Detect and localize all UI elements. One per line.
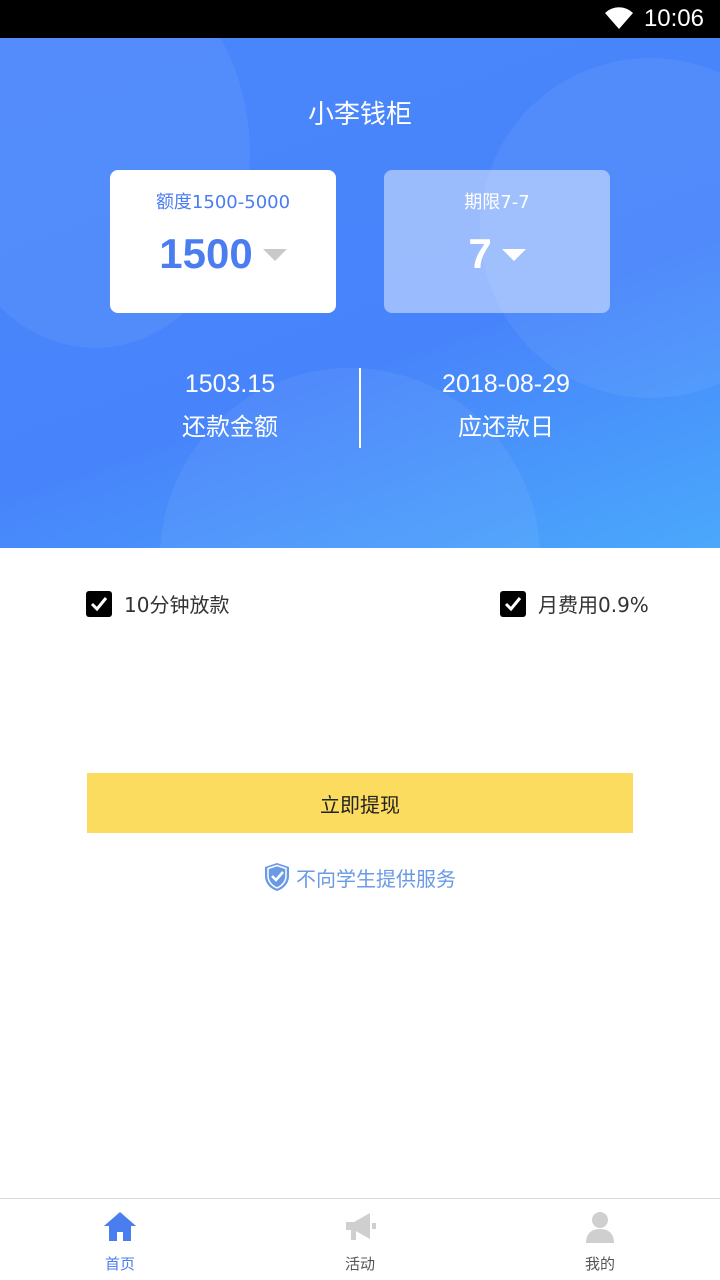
option-label: 10分钟放款	[124, 593, 230, 617]
stat-divider	[359, 368, 361, 448]
option-monthly-fee[interactable]: 月费用0.9%	[500, 589, 649, 618]
term-value: 7	[468, 230, 492, 277]
withdraw-button[interactable]: 立即提现	[87, 773, 633, 833]
status-bar: 10:06	[0, 0, 720, 38]
bottom-tab-bar: 首页 活动 我的	[0, 1198, 720, 1280]
term-selector[interactable]: 期限7-7 7	[384, 170, 610, 313]
student-notice: 不向学生提供服务	[0, 862, 720, 892]
megaphone-icon	[346, 1213, 376, 1240]
repay-amount-stat: 1503.15 还款金额	[100, 370, 360, 442]
checkbox-checked[interactable]	[500, 590, 526, 617]
tab-label: 首页	[104, 1255, 135, 1273]
due-date-value: 2018-08-29	[442, 370, 570, 398]
due-date-label: 应还款日	[458, 413, 554, 441]
tab-label: 我的	[584, 1255, 615, 1273]
amount-value: 1500	[159, 230, 253, 277]
shield-check-icon	[265, 863, 289, 891]
option-fast-loan[interactable]: 10分钟放款	[86, 589, 229, 618]
tab-activity[interactable]: 活动	[240, 1199, 480, 1280]
amount-range-label: 额度1500-5000	[155, 192, 291, 213]
repay-amount-label: 还款金额	[182, 413, 278, 441]
due-date-stat: 2018-08-29 应还款日	[376, 370, 636, 442]
dropdown-arrow-icon	[501, 249, 526, 261]
amount-selector[interactable]: 额度1500-5000 1500	[110, 170, 336, 313]
option-label: 月费用0.9%	[538, 593, 649, 617]
wifi-icon	[604, 7, 633, 29]
tab-home[interactable]: 首页	[0, 1199, 240, 1280]
page-title: 小李钱柜	[307, 100, 412, 130]
checkbox-checked[interactable]	[86, 590, 112, 617]
check-icon	[504, 596, 522, 611]
user-icon	[586, 1212, 614, 1243]
status-time: 10:06	[643, 5, 704, 32]
check-icon	[90, 596, 108, 611]
repay-amount-value: 1503.15	[184, 370, 276, 398]
home-icon	[104, 1212, 136, 1241]
term-range-label: 期限7-7	[464, 192, 530, 213]
tab-label: 活动	[344, 1255, 375, 1273]
tab-mine[interactable]: 我的	[480, 1199, 720, 1280]
dropdown-arrow-icon	[262, 249, 287, 261]
hero-panel: 小李钱柜 额度1500-5000 1500 期限7-7 7 1503.15 还款…	[0, 38, 720, 548]
notice-text: 不向学生提供服务	[296, 866, 456, 891]
